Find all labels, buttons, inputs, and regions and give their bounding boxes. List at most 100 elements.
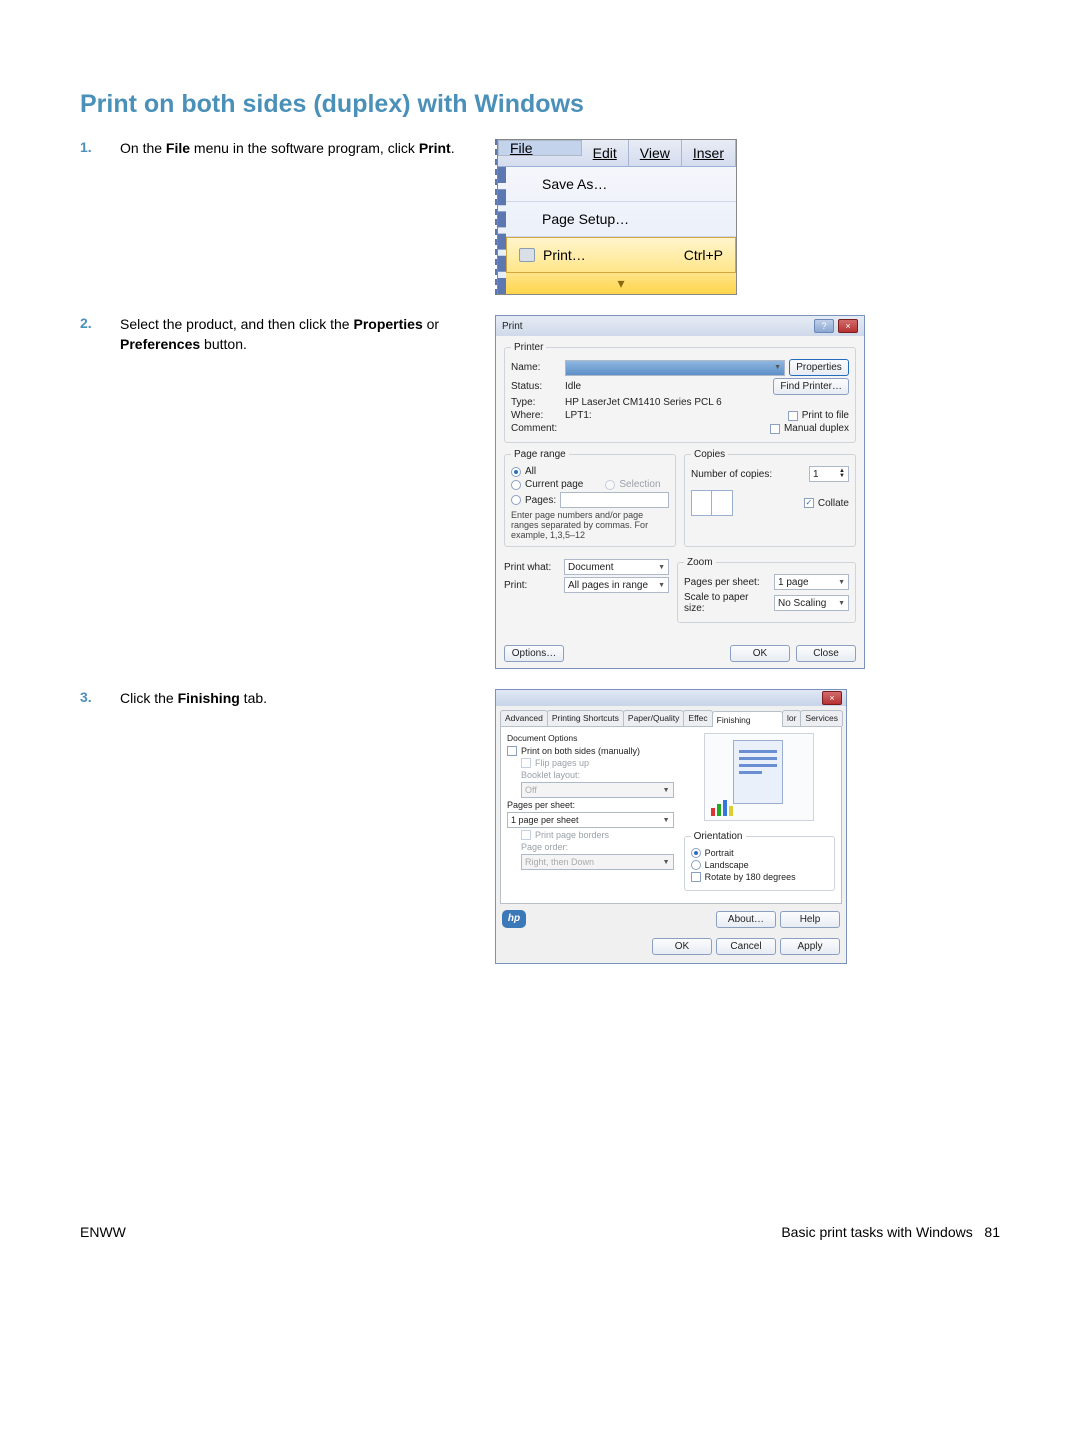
step-1: 1. On the File menu in the software prog…: [80, 139, 1000, 295]
landscape-radio[interactable]: [691, 860, 701, 870]
label: Pages per sheet:: [507, 800, 575, 810]
text: .: [451, 140, 455, 156]
type-value: HP LaserJet CM1410 Series PCL 6: [565, 397, 722, 408]
tab-services[interactable]: Services: [800, 710, 843, 726]
rotate-checkbox[interactable]: [691, 872, 701, 882]
label: Comment:: [511, 423, 561, 434]
footer-right: Basic print tasks with Windows 81: [781, 1224, 1000, 1240]
text: tab.: [240, 690, 267, 706]
current-page-radio[interactable]: [511, 480, 521, 490]
group-title: Document Options: [507, 733, 674, 743]
portrait-radio[interactable]: [691, 848, 701, 858]
tab-color[interactable]: lor: [782, 710, 801, 726]
close-icon[interactable]: ×: [822, 691, 842, 705]
help-icon[interactable]: ?: [814, 319, 834, 333]
selection-radio: [605, 480, 615, 490]
close-icon[interactable]: ×: [838, 319, 858, 333]
cancel-button[interactable]: Cancel: [716, 938, 776, 955]
scale-select[interactable]: No Scaling▼: [774, 595, 849, 611]
copies-input[interactable]: 1▲▼: [809, 466, 849, 482]
text-bold: Print: [419, 140, 451, 156]
label: Manual duplex: [784, 423, 849, 434]
step-number: 3.: [80, 689, 120, 964]
legend: Printer: [511, 342, 546, 353]
zoom-group: Zoom Pages per sheet: 1 page▼ Scale to p…: [677, 557, 856, 623]
print-what-select[interactable]: Document▼: [564, 559, 669, 575]
text: or: [423, 316, 439, 332]
copies-group: Copies Number of copies: 1▲▼: [684, 449, 856, 547]
print-dialog: Print ? × Printer Name: ▼ Properties: [495, 315, 865, 669]
all-radio[interactable]: [511, 467, 521, 477]
ok-button[interactable]: OK: [652, 938, 712, 955]
find-printer-button[interactable]: Find Printer…: [773, 378, 849, 395]
properties-dialog: × Advanced Printing Shortcuts Paper/Qual…: [495, 689, 847, 964]
hint-text: Enter page numbers and/or page ranges se…: [511, 510, 669, 540]
print-borders-checkbox: [521, 830, 531, 840]
legend: Zoom: [684, 557, 716, 568]
page-order-select: Right, then Down▼: [521, 854, 674, 870]
apply-button[interactable]: Apply: [780, 938, 840, 955]
tab-effects[interactable]: Effec: [683, 710, 712, 726]
tab-paper-quality[interactable]: Paper/Quality: [623, 710, 685, 726]
print-to-file-checkbox[interactable]: [788, 411, 798, 421]
text: Click the: [120, 690, 178, 706]
tab-printing-shortcuts[interactable]: Printing Shortcuts: [547, 710, 624, 726]
printer-icon: [519, 248, 535, 262]
menu-item-print[interactable]: Print… Ctrl+P: [506, 237, 736, 273]
about-button[interactable]: About…: [716, 911, 776, 928]
legend: Copies: [691, 449, 728, 460]
text: Select the product, and then click the: [120, 316, 353, 332]
pages-input[interactable]: [560, 492, 669, 508]
label: Print what:: [504, 562, 560, 573]
printer-name-select[interactable]: ▼: [565, 360, 785, 376]
properties-button[interactable]: Properties: [789, 359, 849, 376]
help-button[interactable]: Help: [780, 911, 840, 928]
collate-icon: [711, 490, 733, 516]
close-button[interactable]: Close: [796, 645, 856, 662]
menu-tab-edit[interactable]: Edit: [582, 140, 629, 166]
collate-icon: [691, 490, 713, 516]
label: Print on both sides (manually): [521, 746, 640, 756]
menu-tab-file[interactable]: File: [498, 140, 582, 156]
pages-radio[interactable]: [511, 495, 521, 505]
pages-per-sheet-select[interactable]: 1 page▼: [774, 574, 849, 590]
menu-tab-insert[interactable]: Inser: [682, 140, 736, 166]
tab-advanced[interactable]: Advanced: [500, 710, 548, 726]
print-range-select[interactable]: All pages in range▼: [564, 577, 669, 593]
label: Portrait: [705, 848, 734, 858]
collate-checkbox[interactable]: [804, 498, 814, 508]
menu-item-page-setup[interactable]: Page Setup…: [506, 202, 736, 237]
dialog-titlebar: Print ? ×: [496, 316, 864, 336]
print-both-sides-checkbox[interactable]: [507, 746, 517, 756]
print-preview-icon: [704, 733, 814, 821]
label: Where:: [511, 410, 561, 421]
tab-finishing[interactable]: Finishing: [712, 711, 783, 727]
menu-tab-view[interactable]: View: [629, 140, 682, 166]
file-menu-screenshot: File Edit View Inser Save As… Page Setup…: [497, 139, 737, 295]
label: Number of copies:: [691, 469, 772, 480]
orientation-group: Orientation Portrait Landscape Rotate by…: [684, 831, 835, 891]
where-value: LPT1:: [565, 410, 592, 421]
pages-per-sheet-select[interactable]: 1 page per sheet▼: [507, 812, 674, 828]
menu-item-save-as[interactable]: Save As…: [506, 167, 736, 202]
step-3: 3. Click the Finishing tab. × Advanced P…: [80, 689, 1000, 964]
booklet-select: Off▼: [521, 782, 674, 798]
dialog-titlebar: ×: [496, 690, 846, 706]
label: Scale to paper size:: [684, 592, 770, 614]
text: button.: [200, 336, 247, 352]
ok-button[interactable]: OK: [730, 645, 790, 662]
label: Name:: [511, 362, 561, 373]
text-bold: Finishing: [178, 690, 240, 706]
options-button[interactable]: Options…: [504, 645, 564, 662]
label: All: [525, 466, 536, 477]
label: Booklet layout:: [521, 770, 580, 780]
label: Print page borders: [535, 830, 609, 840]
label: Print:: [504, 580, 560, 591]
chevron-expand-icon[interactable]: ▾: [506, 273, 736, 294]
label: Type:: [511, 397, 561, 408]
step-2: 2. Select the product, and then click th…: [80, 315, 1000, 669]
label: Collate: [818, 498, 849, 509]
manual-duplex-checkbox[interactable]: [770, 424, 780, 434]
flip-pages-checkbox: [521, 758, 531, 768]
text: menu in the software program, click: [190, 140, 419, 156]
